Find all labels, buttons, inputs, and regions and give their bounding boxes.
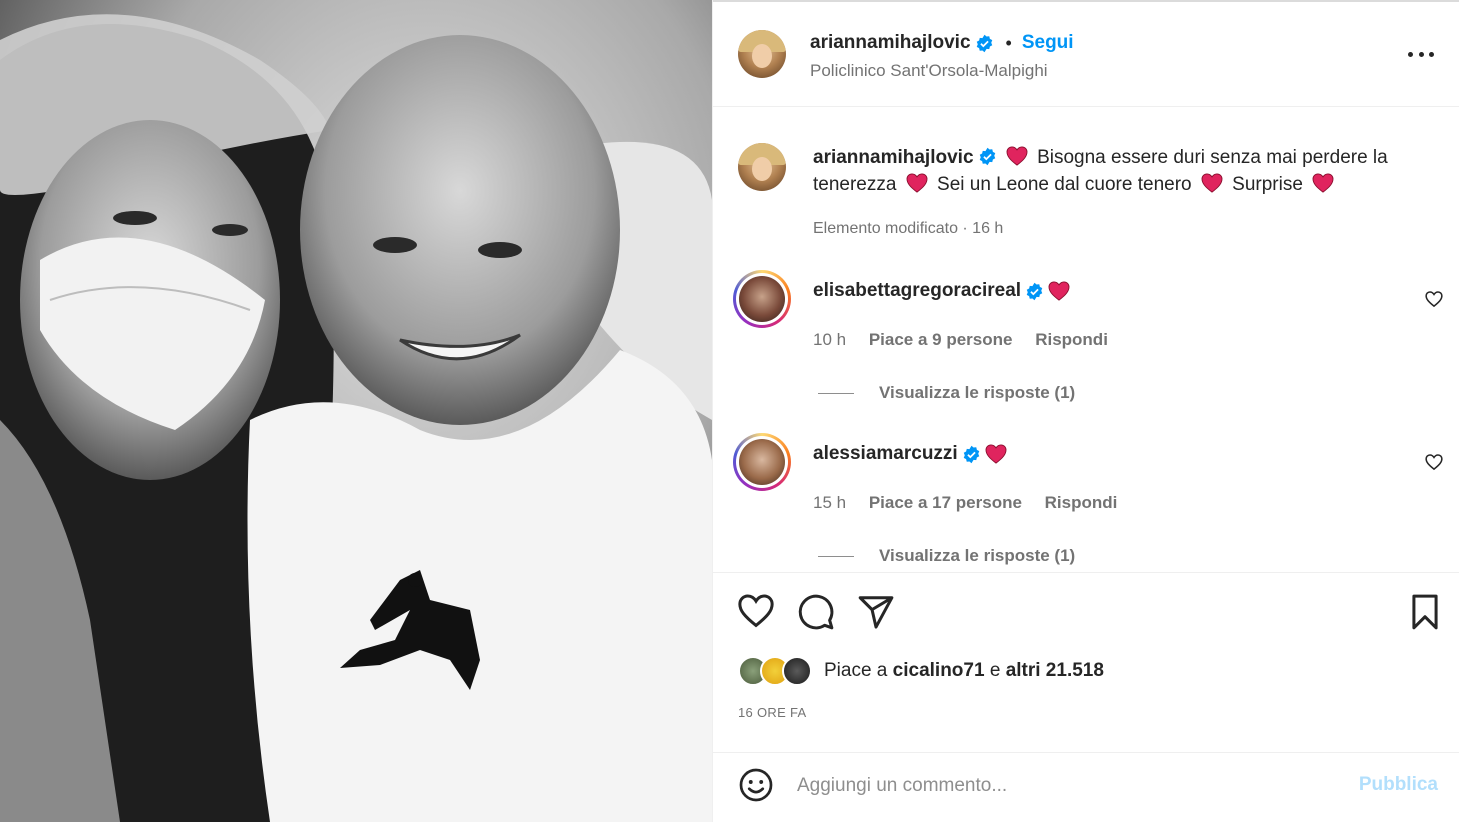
comment-meta: 10 h Piace a 9 persone Rispondi [813, 330, 1126, 350]
red-heart-emoji-icon [1201, 173, 1223, 193]
comment-likes-count[interactable]: Piace a 17 persone [869, 493, 1022, 512]
liker-username[interactable]: cicalino71 [893, 660, 985, 681]
comments-section[interactable]: ariannamihajlovic Bisogna essere duri se… [713, 107, 1459, 572]
commenter-username[interactable]: elisabettagregoracireal [813, 280, 1021, 302]
verified-badge-icon [963, 445, 979, 463]
red-heart-emoji-icon [985, 444, 1007, 464]
add-comment-input[interactable] [797, 771, 1337, 801]
caption-part-3: Surprise [1232, 174, 1303, 195]
post-location[interactable]: Policlinico Sant'Orsola-Malpighi [810, 61, 1048, 81]
caption-part-2: Sei un Leone dal cuore tenero [937, 174, 1192, 195]
caption-text: ariannamihajlovic Bisogna essere duri se… [813, 144, 1433, 198]
post-panel: ariannamihajlovic • Segui Policlinico Sa… [712, 0, 1459, 822]
post-photo[interactable] [0, 0, 712, 822]
comment-time[interactable]: 10 h [813, 330, 846, 349]
caption-author-username[interactable]: ariannamihajlovic [813, 147, 974, 168]
comment-item: elisabettagregoracireal 10 h Piace a 9 p… [713, 270, 1459, 410]
comment-time[interactable]: 15 h [813, 493, 846, 512]
caption-author-avatar[interactable] [738, 143, 786, 191]
separator-dot: • [1005, 32, 1012, 53]
replies-divider-line [818, 392, 854, 394]
view-replies-button[interactable]: Visualizza le risposte (1) [818, 546, 1075, 566]
comment-meta: 15 h Piace a 17 persone Rispondi [813, 493, 1135, 513]
replies-divider-line [818, 555, 854, 557]
red-heart-emoji-icon [1048, 281, 1070, 301]
commenter-avatar[interactable] [733, 270, 791, 328]
comment-like-heart-icon[interactable] [1425, 290, 1443, 308]
red-heart-emoji-icon [1006, 146, 1028, 166]
comment-like-heart-icon[interactable] [1425, 453, 1443, 471]
photo-illustration [0, 0, 712, 822]
red-heart-emoji-icon [906, 173, 928, 193]
caption-meta: Elemento modificato · 16 h [813, 220, 1004, 237]
verified-badge-icon [979, 147, 995, 166]
comment-header: alessiamarcuzzi [813, 443, 1011, 465]
likes-text: Piace a cicalino71 e altri 21.518 [824, 660, 1104, 682]
likes-conj: e [989, 660, 1001, 681]
reply-button[interactable]: Rispondi [1035, 330, 1108, 349]
reply-button[interactable]: Rispondi [1045, 493, 1118, 512]
post-header: ariannamihajlovic • Segui Policlinico Sa… [713, 2, 1459, 107]
emoji-smiley-icon[interactable] [738, 767, 774, 803]
view-replies-label: Visualizza le risposte (1) [879, 546, 1076, 565]
commenter-avatar[interactable] [733, 433, 791, 491]
red-heart-emoji-icon [1312, 173, 1334, 193]
likes-others-count[interactable]: altri 21.518 [1006, 660, 1104, 681]
follow-button[interactable]: Segui [1022, 32, 1074, 54]
comment-header: elisabettagregoracireal [813, 280, 1074, 302]
comment-likes-count[interactable]: Piace a 9 persone [869, 330, 1013, 349]
view-replies-button[interactable]: Visualizza le risposte (1) [818, 383, 1075, 403]
likes-prefix: Piace a [824, 660, 888, 681]
likes-summary[interactable]: Piace a cicalino71 e altri 21.518 [738, 656, 1104, 686]
view-replies-label: Visualizza le risposte (1) [879, 383, 1076, 402]
post-actions: Piace a cicalino71 e altri 21.518 16 ORE… [713, 572, 1459, 752]
author-avatar[interactable] [738, 30, 786, 78]
share-paper-plane-icon[interactable] [857, 593, 895, 631]
comment-bubble-icon[interactable] [797, 593, 835, 631]
verified-badge-icon [1026, 282, 1043, 300]
commenter-username[interactable]: alessiamarcuzzi [813, 443, 958, 465]
bookmark-save-icon[interactable] [1406, 593, 1444, 631]
author-row: ariannamihajlovic • Segui [810, 32, 1074, 54]
author-username[interactable]: ariannamihajlovic [810, 32, 971, 54]
post-time-ago[interactable]: 16 ORE FA [738, 705, 806, 720]
add-comment-bar: Pubblica [713, 752, 1459, 822]
like-heart-icon[interactable] [737, 593, 775, 631]
publish-button[interactable]: Pubblica [1359, 774, 1438, 796]
comment-item: alessiamarcuzzi 15 h Piace a 17 persone … [713, 433, 1459, 573]
more-horizontal-icon[interactable] [1408, 44, 1434, 64]
liker-avatar [782, 656, 812, 686]
verified-badge-icon [976, 34, 992, 52]
